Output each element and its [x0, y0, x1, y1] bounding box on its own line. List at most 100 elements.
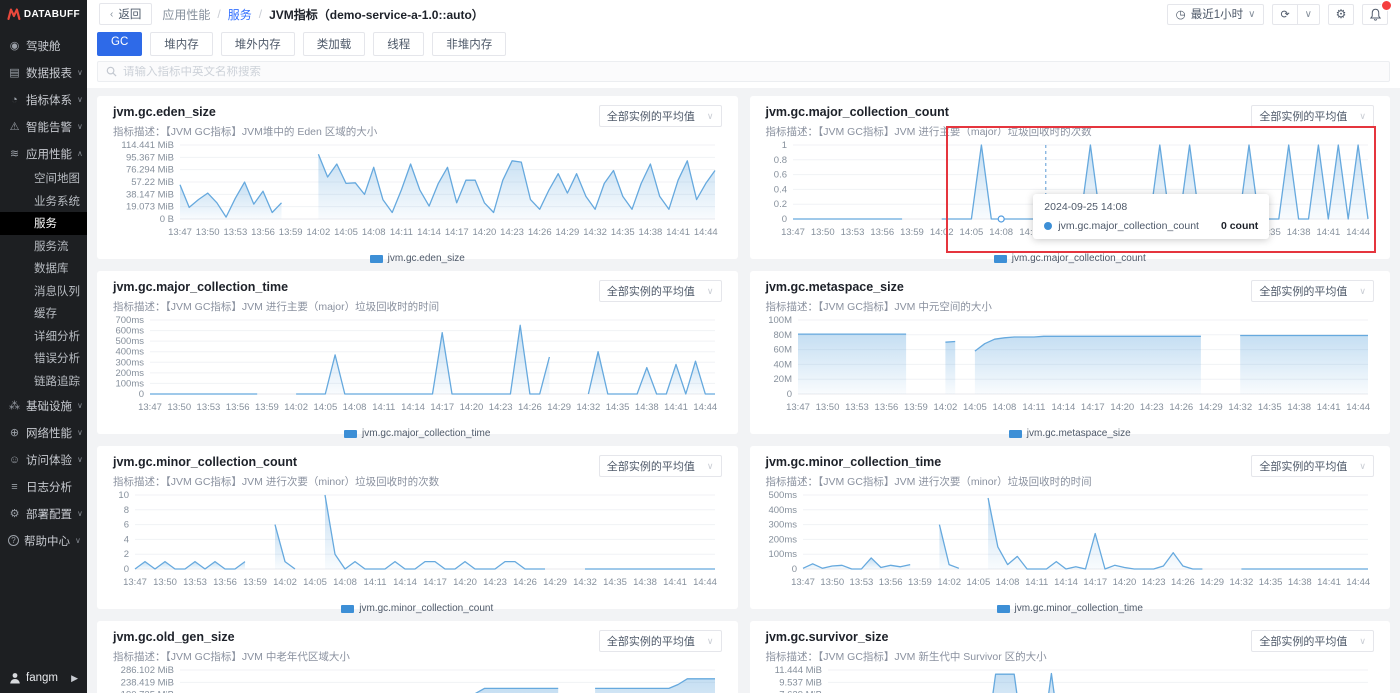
tab-non-heap-memory[interactable]: 非堆内存: [432, 32, 507, 56]
sidebar-item-detail-analysis[interactable]: 详细分析: [0, 325, 87, 348]
svg-text:14:02: 14:02: [933, 402, 957, 413]
legend-marker: [996, 604, 1010, 613]
sidebar-item-deploy-config[interactable]: ⚙ 部署配置 ∨: [0, 500, 87, 527]
sidebar-item-space-map[interactable]: 空间地图: [0, 167, 87, 190]
chart-card-jvm-gc-major-collection-time: jvm.gc.major_collection_time 全部实例的平均值 ∨ 指标描…: [97, 271, 738, 439]
sidebar-item-smart-alert[interactable]: ⚠ 智能告警 ∨: [0, 113, 87, 140]
chart-legend[interactable]: jvm.gc.metaspace_size: [766, 427, 1375, 440]
instance-aggregation-dropdown[interactable]: 全部实例的平均值 ∨: [1251, 630, 1374, 652]
chart-jvm-gc-minor-collection-time[interactable]: 500ms 400ms 300ms 200ms 100ms 0 13:47 13:50 13:5…: [766, 489, 1374, 597]
instance-aggregation-dropdown[interactable]: 全部实例的平均值 ∨: [598, 455, 722, 477]
svg-text:13:47: 13:47: [123, 577, 147, 588]
notifications-button[interactable]: [1362, 0, 1392, 25]
chart-jvm-gc-metaspace-size[interactable]: 100M 80M 60M 40M 20M 0 13:47 13:50 13:53 13:56 13:…: [766, 314, 1374, 422]
breadcrumb-service-link[interactable]: 服务: [228, 6, 252, 23]
back-button[interactable]: ‹ 返回: [99, 3, 153, 25]
instance-aggregation-dropdown[interactable]: 全部实例的平均值 ∨: [598, 630, 722, 652]
instance-aggregation-dropdown[interactable]: 全部实例的平均值 ∨: [598, 105, 722, 127]
refresh-button[interactable]: ⟳: [1273, 5, 1296, 24]
gauge-icon: ◔: [11, 93, 18, 106]
svg-text:14:32: 14:32: [1229, 577, 1253, 588]
svg-text:14:32: 14:32: [573, 577, 597, 588]
sidebar-item-label: 数据报表: [26, 67, 72, 80]
legend-label: jvm.gc.major_collection_time: [362, 428, 491, 439]
svg-text:14:02: 14:02: [273, 577, 297, 588]
sidebar-item-error-analysis[interactable]: 错误分析: [0, 347, 87, 370]
tab-thread[interactable]: 线程: [373, 32, 425, 56]
instance-aggregation-dropdown[interactable]: 全部实例的平均值 ∨: [1251, 280, 1374, 302]
header-actions: ◷ 最近1小时 ∨ ⟳ ∨ ⚙: [1166, 0, 1392, 25]
instance-aggregation-dropdown[interactable]: 全部实例的平均值 ∨: [1251, 455, 1374, 477]
chart-jvm-gc-survivor-size[interactable]: 11.444 MiB9.537 MiB7.629 MiB5.722 MiB3.8…: [766, 664, 1374, 693]
svg-text:14:11: 14:11: [372, 402, 395, 413]
instance-aggregation-dropdown[interactable]: 全部实例的平均值 ∨: [1251, 105, 1374, 127]
sidebar-item-log-analysis[interactable]: ≡ 日志分析: [0, 473, 87, 500]
sidebar-item-user-experience[interactable]: ☺ 访问体验 ∨: [0, 446, 87, 473]
sidebar-item-service[interactable]: 服务: [0, 212, 87, 235]
legend-marker: [369, 254, 383, 263]
brand-logo[interactable]: DATABUFF: [0, 0, 87, 28]
chart-title: jvm.gc.minor_collection_count: [113, 455, 298, 469]
svg-text:95.367 MiB: 95.367 MiB: [126, 152, 174, 163]
chart-legend[interactable]: jvm.gc.eden_size: [113, 252, 722, 265]
sidebar-item-label: 网络性能: [26, 427, 72, 440]
svg-text:14:11: 14:11: [1025, 577, 1048, 588]
tab-heap-memory[interactable]: 堆内存: [150, 32, 213, 56]
svg-text:700ms: 700ms: [115, 315, 144, 326]
svg-text:14:44: 14:44: [1346, 402, 1370, 413]
chart-jvm-gc-eden-size[interactable]: 114.441 MiB95.367 MiB 76.294 MiB57.22 MiB…: [113, 139, 721, 247]
chart-card-jvm-gc-minor-collection-time: jvm.gc.minor_collection_time 全部实例的平均值 ∨ 指标描…: [749, 446, 1390, 614]
svg-text:200ms: 200ms: [115, 368, 144, 379]
sidebar-item-database[interactable]: 数据库: [0, 257, 87, 280]
chart-legend[interactable]: jvm.gc.minor_collection_count: [113, 602, 722, 615]
svg-text:60M: 60M: [773, 345, 792, 356]
chart-legend[interactable]: jvm.gc.major_collection_time: [113, 427, 722, 440]
card-header: jvm.gc.minor_collection_time 全部实例的平均值 ∨: [766, 455, 1374, 477]
svg-text:400ms: 400ms: [115, 347, 144, 358]
legend-marker: [1008, 429, 1022, 438]
sidebar-item-tracing[interactable]: 链路追踪: [0, 370, 87, 393]
time-range-selector[interactable]: ◷ 最近1小时 ∨: [1166, 3, 1265, 25]
svg-text:13:56: 13:56: [878, 577, 902, 588]
chart-legend[interactable]: jvm.gc.major_collection_count: [766, 252, 1375, 265]
tab-off-heap-memory[interactable]: 堆外内存: [220, 32, 295, 56]
chart-legend[interactable]: jvm.gc.minor_collection_time: [766, 602, 1375, 615]
refresh-interval-dropdown[interactable]: ∨: [1296, 4, 1319, 24]
sidebar-item-data-report[interactable]: ▤ 数据报表 ∨: [0, 59, 87, 86]
sidebar-item-cache[interactable]: 缓存: [0, 302, 87, 325]
svg-text:13:47: 13:47: [168, 227, 192, 238]
svg-text:13:47: 13:47: [781, 227, 805, 238]
sidebar-item-infrastructure[interactable]: ⁂ 基础设施 ∨: [0, 392, 87, 419]
sidebar-item-business-system[interactable]: 业务系统: [0, 190, 87, 213]
svg-text:0.2: 0.2: [773, 199, 786, 210]
svg-text:14:38: 14:38: [635, 402, 659, 413]
svg-text:6: 6: [124, 520, 129, 531]
chart-jvm-gc-minor-collection-count[interactable]: 10 8 6 4 2 0 13:47 13:50 13:53 13:56 13:59 14:02 14:…: [113, 489, 721, 597]
chart-jvm-gc-old-gen-size[interactable]: 286.102 MiB238.419 MiB190.735 MiB143.051…: [113, 664, 721, 693]
search-icon: [106, 66, 117, 77]
card-header: jvm.gc.metaspace_size 全部实例的平均值 ∨: [766, 280, 1374, 302]
sidebar-item-help-center[interactable]: ? 帮助中心 ∨: [0, 527, 87, 554]
instance-aggregation-dropdown[interactable]: 全部实例的平均值 ∨: [598, 280, 722, 302]
tab-class-loading[interactable]: 类加载: [302, 32, 366, 56]
sidebar-item-cockpit[interactable]: ◉ 驾驶舱: [0, 32, 87, 59]
cockpit-icon: ◉: [9, 40, 20, 52]
user-row[interactable]: fangm ▶: [0, 663, 87, 693]
chart-jvm-gc-major-collection-time[interactable]: 700ms600ms500ms400ms300ms200ms100ms0 13:4…: [113, 314, 721, 422]
svg-text:14:26: 14:26: [513, 577, 537, 588]
sidebar-item-metric-system[interactable]: ◔ 指标体系 ∨: [0, 86, 87, 113]
tab-gc[interactable]: GC: [97, 32, 143, 56]
sidebar-collapse-arrow-icon[interactable]: ▶: [71, 673, 78, 684]
sidebar-item-network-performance[interactable]: ⊕ 网络性能 ∨: [0, 419, 87, 446]
legend-label: jvm.gc.minor_collection_time: [1014, 603, 1143, 614]
sidebar-item-label: 驾驶舱: [26, 40, 61, 53]
svg-text:14:14: 14:14: [1054, 577, 1078, 588]
breadcrumb-app-performance[interactable]: 应用性能: [162, 6, 210, 23]
search-input[interactable]: [123, 65, 1381, 78]
svg-text:13:59: 13:59: [243, 577, 267, 588]
sidebar-item-message-queue[interactable]: 消息队列: [0, 280, 87, 303]
settings-button[interactable]: ⚙: [1328, 3, 1354, 25]
sidebar-nav: ◉ 驾驶舱 ▤ 数据报表 ∨ ◔ 指标体系 ∨ ⚠ 智能告警 ∨ ≋ 应用性能 ∧ 空间地图 业务系统 服务 服务…: [0, 28, 87, 663]
sidebar-item-service-flow[interactable]: 服务流: [0, 235, 87, 258]
sidebar-item-app-performance[interactable]: ≋ 应用性能 ∧: [0, 140, 87, 167]
